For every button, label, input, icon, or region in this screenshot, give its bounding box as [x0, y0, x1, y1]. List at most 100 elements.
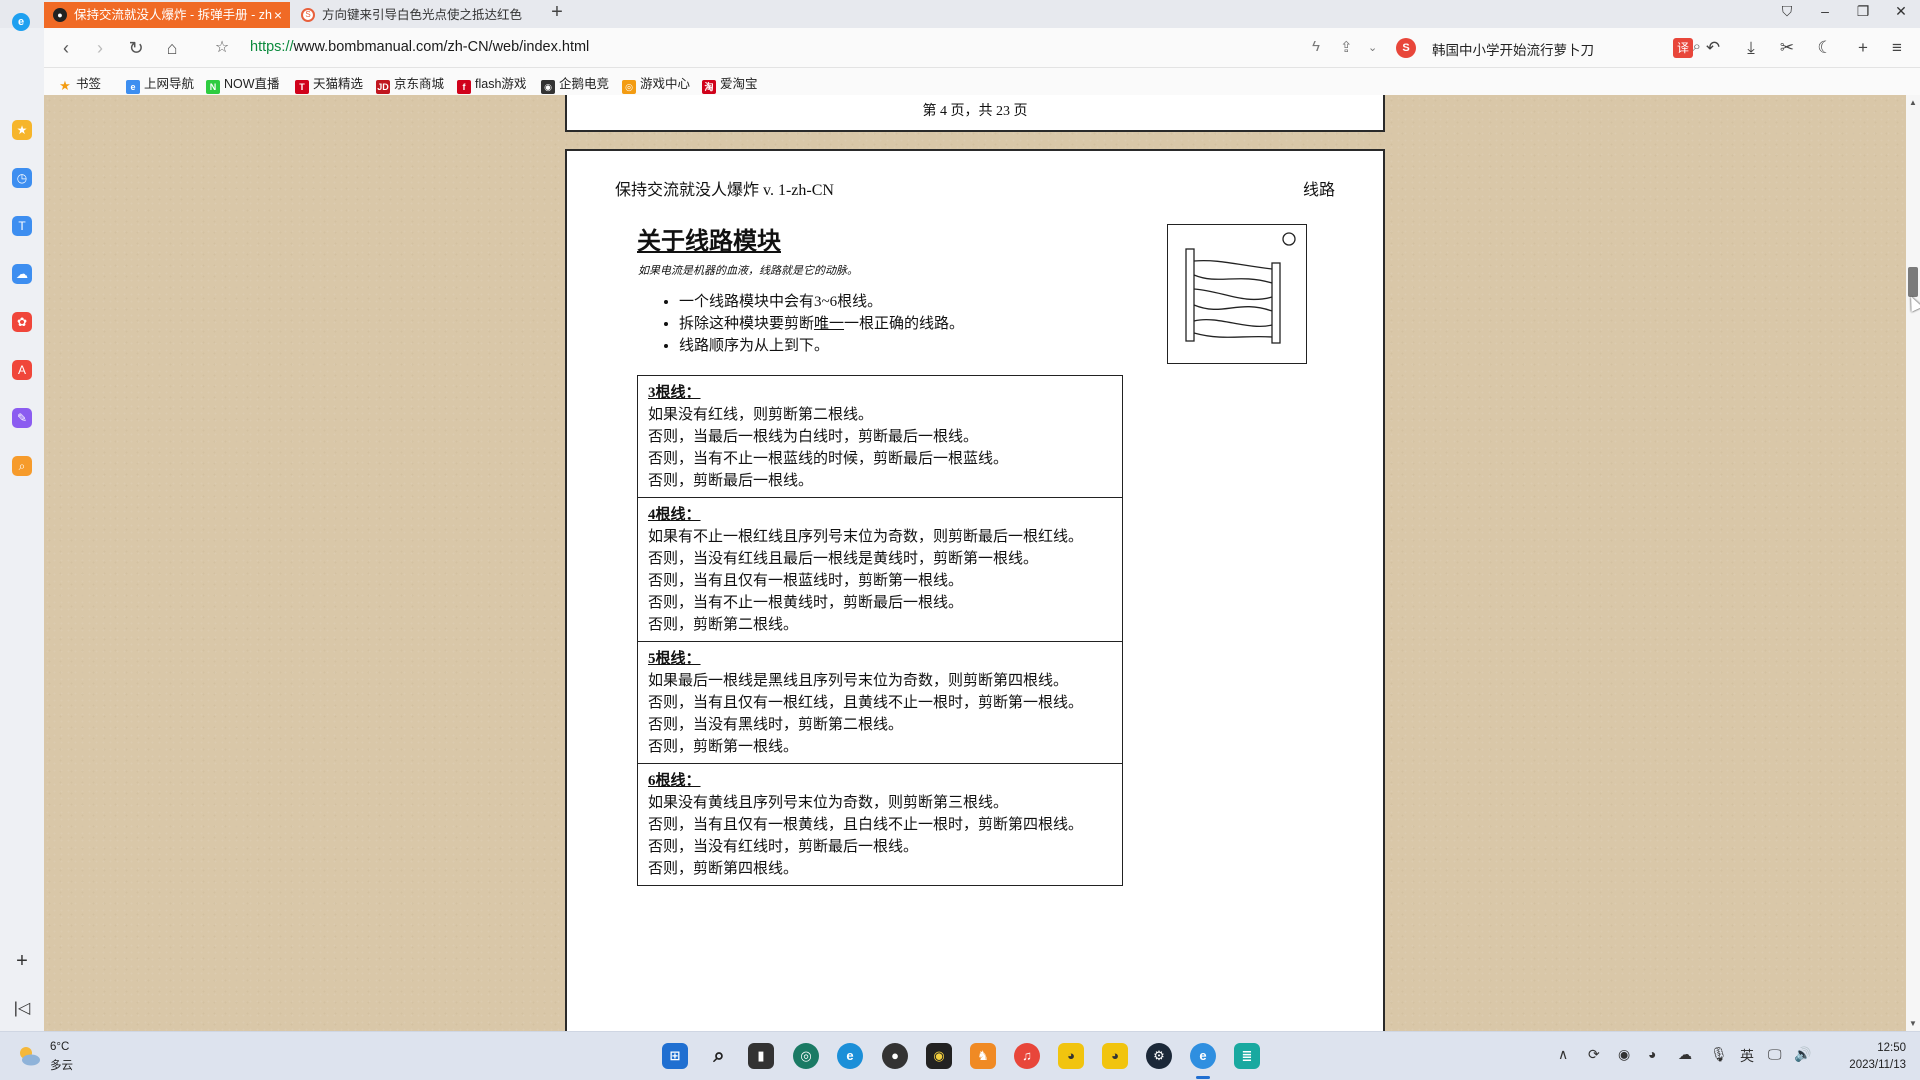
bookmark-item[interactable]: ◎ 游戏中心 — [622, 73, 690, 94]
scroll-up-icon[interactable]: ▲ — [1906, 98, 1920, 107]
gift-icon[interactable]: ✿ — [12, 312, 32, 332]
translate-icon[interactable]: T — [12, 216, 32, 236]
volume-icon[interactable]: 🔊 — [1794, 1046, 1811, 1063]
bookmark-label: 游戏中心 — [640, 77, 691, 91]
app-circle-icon[interactable]: ◎ — [793, 1043, 819, 1069]
lightning-icon[interactable]: ϟ — [1312, 38, 1320, 55]
onedrive-cloud-icon[interactable]: ☁ — [1678, 1046, 1692, 1063]
clock-date[interactable]: 2023/11/13 — [1838, 1059, 1906, 1071]
tab-bomb-manual[interactable]: ● 保持交流就没人爆炸 - 拆弹手册 - zh × — [44, 2, 290, 28]
bookmark-item[interactable]: N NOW直播 — [206, 73, 280, 94]
network-icon[interactable]: 🖵 — [1768, 1046, 1782, 1063]
url-dropdown-icon[interactable]: ⌄ — [1368, 41, 1377, 54]
bullet-text: 线路顺序为从上到下。 — [679, 338, 830, 354]
back-button[interactable]: ‹ — [54, 36, 78, 60]
rule-line: 否则，当有不止一根蓝线的时候，剪断最后一根蓝线。 — [648, 451, 1009, 467]
tab-strip: ● 保持交流就没人爆炸 - 拆弹手册 - zh × S 方向键来引导白色光点使之… — [0, 0, 1920, 28]
download-icon[interactable]: ⤓ — [1738, 36, 1764, 60]
jd-icon: JD — [376, 80, 390, 94]
history-clock-icon[interactable]: ◷ — [12, 168, 32, 188]
camera-app-icon[interactable]: ◉ — [926, 1043, 952, 1069]
extensions-plus-icon[interactable]: + — [1850, 36, 1876, 60]
search-icon[interactable]: ⌕ — [706, 1043, 732, 1069]
steam-tray-icon[interactable]: ◉ — [1618, 1046, 1630, 1063]
favorites-star-icon[interactable]: ★ — [12, 120, 32, 140]
bookmark-item[interactable]: JD 京东商城 — [376, 73, 444, 94]
weather-temperature[interactable]: 6°C — [50, 1041, 69, 1053]
night-mode-icon[interactable]: ☾ — [1812, 36, 1838, 60]
bookmark-item[interactable]: e 上网导航 — [126, 73, 194, 94]
vertical-scrollbar[interactable]: ▲ ▼ — [1906, 95, 1920, 1031]
partly-cloudy-icon[interactable] — [16, 1043, 42, 1069]
browser-taskbar-icon[interactable]: e — [1190, 1043, 1216, 1069]
taskbar: 6°C 多云 ⊞ ⌕ ▮ ◎ e ● ◉ ♞ ♫ ◕ ◕ ⚙ e ≣ ∧ ⟳ ◉… — [0, 1031, 1920, 1080]
scroll-down-icon[interactable]: ▼ — [1906, 1019, 1920, 1028]
notepad-icon[interactable]: ≣ — [1234, 1043, 1260, 1069]
minimize-button[interactable]: – — [1810, 3, 1840, 19]
url-field[interactable]: https://www.bombmanual.com/zh-CN/web/ind… — [250, 39, 589, 55]
input-method-indicator[interactable]: 英 — [1740, 1046, 1754, 1066]
cloud-icon[interactable]: ☁ — [12, 264, 32, 284]
edit-pen-icon[interactable]: ✎ — [12, 408, 32, 428]
search-magnifier-icon[interactable]: ⌕ — [12, 456, 32, 476]
game-app-icon[interactable]: ♞ — [970, 1043, 996, 1069]
forward-button[interactable]: › — [88, 36, 112, 60]
close-window-button[interactable]: ✕ — [1886, 3, 1916, 20]
sync-icon[interactable]: ⟳ — [1588, 1046, 1600, 1063]
rule-line: 否则，当有且仅有一根红线，且黄线不止一根时，剪断第一根线。 — [648, 695, 1084, 711]
tab-game[interactable]: S 方向键来引导白色光点使之抵达红色 — [292, 2, 528, 28]
clock-time[interactable]: 12:50 — [1856, 1042, 1906, 1054]
microphone-icon[interactable]: 🎙 — [1710, 1046, 1728, 1063]
new-tab-button[interactable]: + — [545, 1, 569, 24]
rule-line: 如果没有红线，则剪断第二根线。 — [648, 407, 874, 423]
owl-tray-icon[interactable]: ◕ — [1648, 1046, 1656, 1062]
bookmark-item[interactable]: ◉ 企鹅电竞 — [541, 73, 609, 94]
active-app-indicator — [1196, 1076, 1210, 1079]
rule-line: 否则，当没有红线时，剪断最后一根线。 — [648, 839, 919, 855]
steam-icon[interactable]: ⚙ — [1146, 1043, 1172, 1069]
add-icon[interactable]: + — [11, 950, 33, 973]
bookmark-item[interactable]: f flash游戏 — [457, 73, 526, 94]
share-icon[interactable]: ⇪ — [1340, 38, 1353, 56]
translate-tool-icon[interactable]: 译 — [1673, 38, 1693, 58]
scrollbar-thumb[interactable] — [1908, 267, 1918, 297]
weather-description[interactable]: 多云 — [50, 1057, 73, 1073]
scissors-icon[interactable]: ✂ — [1774, 36, 1800, 60]
address-bar: ‹ › ↻ ⌂ ☆ https://www.bombmanual.com/zh-… — [44, 28, 1920, 68]
tab-close-icon[interactable]: × — [274, 2, 282, 28]
undo-icon[interactable]: ↶ — [1700, 36, 1726, 60]
bookmark-label: 爱淘宝 — [720, 77, 758, 91]
collapse-sidebar-icon[interactable]: |◁ — [11, 998, 33, 1018]
search-input[interactable]: 韩国中小学开始流行萝卜刀 — [1432, 39, 1594, 59]
rule-line: 否则，当有且仅有一根黄线，且白线不止一根时，剪断第四根线。 — [648, 817, 1084, 833]
shirt-skin-icon[interactable]: ⛉ — [1772, 3, 1802, 20]
owl-app-2-icon[interactable]: ◕ — [1102, 1043, 1128, 1069]
sogou-search-icon[interactable]: S — [1396, 38, 1416, 58]
rule-line: 如果有不止一根红线且序列号末位为奇数，则剪断最后一根红线。 — [648, 529, 1084, 545]
reload-button[interactable]: ↻ — [124, 36, 148, 60]
home-button[interactable]: ⌂ — [160, 36, 184, 60]
owl-app-icon[interactable]: ◕ — [1058, 1043, 1084, 1069]
media-player-icon[interactable]: ● — [882, 1043, 908, 1069]
bookmark-label: 书签 — [76, 77, 102, 91]
rule-line: 否则，剪断第二根线。 — [648, 617, 799, 633]
netease-music-icon[interactable]: ♫ — [1014, 1043, 1040, 1069]
task-view-icon[interactable]: ▮ — [748, 1043, 774, 1069]
flash-icon: f — [457, 80, 471, 94]
menu-icon[interactable]: ≡ — [1884, 36, 1910, 60]
show-hidden-icons-icon[interactable]: ∧ — [1558, 1046, 1568, 1063]
bookmark-folder[interactable]: ★ 书签 — [58, 73, 101, 93]
bookmark-star-icon[interactable]: ☆ — [210, 36, 234, 60]
start-windows-icon[interactable]: ⊞ — [662, 1043, 688, 1069]
bookmark-item[interactable]: 淘爱淘宝 — [702, 73, 758, 94]
rule-line: 否则，剪断第四根线。 — [648, 861, 799, 877]
bookmark-star-icon: ★ — [59, 78, 71, 93]
bookmark-label: 企鹅电竞 — [559, 77, 610, 91]
bookmark-item[interactable]: T 天猫精选 — [295, 73, 363, 94]
restore-button[interactable]: ❐ — [1848, 3, 1878, 20]
manual-page-wires: 保持交流就没人爆炸 v. 1-zh-CN 线路 关于线路模块 如果电流是机器的血… — [565, 149, 1385, 1031]
search-box[interactable]: S 韩国中小学开始流行萝卜刀 ⌕ — [1396, 34, 1701, 62]
pdf-icon[interactable]: A — [12, 360, 32, 380]
edge-browser-icon[interactable]: e — [837, 1043, 863, 1069]
sogou-favicon-icon: S — [301, 8, 315, 22]
